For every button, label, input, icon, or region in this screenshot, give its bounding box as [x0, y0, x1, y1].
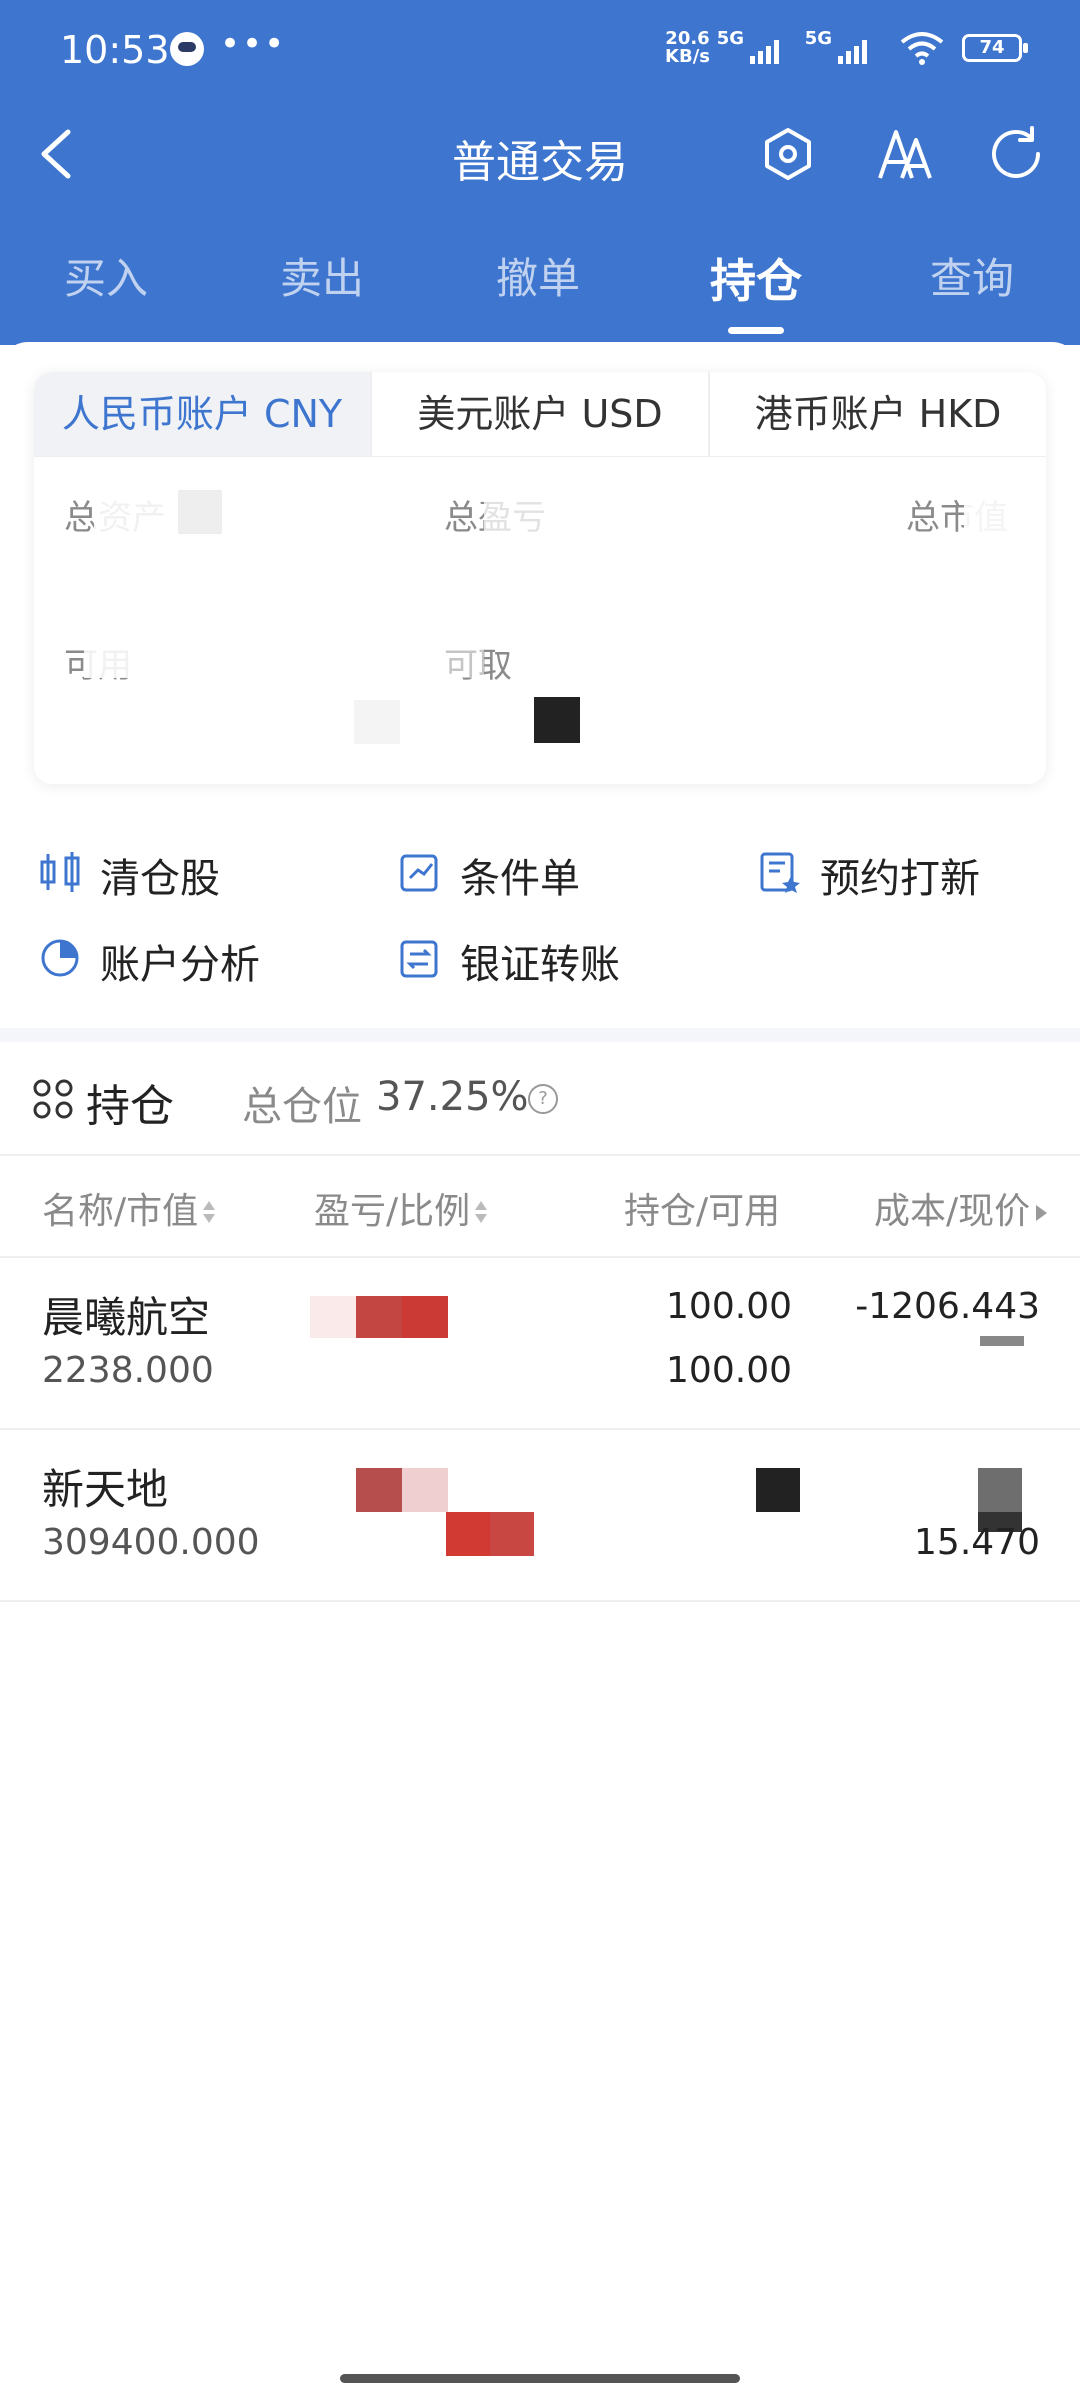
stock-name: 晨曦航空	[42, 1293, 211, 1342]
sim1-label: 5G	[716, 28, 744, 49]
status-bar: 10:53 ••• 20.6 KB/s 5G 5G 74	[60, 24, 1040, 72]
grid-icon	[33, 1079, 73, 1119]
mosaic-block	[978, 1468, 1022, 1512]
stock-market-value: 309400.000	[42, 1522, 260, 1563]
current-price: 15.470	[914, 1522, 1040, 1563]
holdings-column-header: 名称/市值 盈亏/比例 持仓/可用 成本/现价	[0, 1156, 1080, 1258]
refresh-icon[interactable]	[986, 124, 1046, 184]
mosaic-block	[356, 1468, 402, 1512]
tab-query[interactable]: 查询	[882, 245, 1062, 306]
transfer-icon	[400, 940, 438, 978]
assistant-bot-icon	[170, 32, 204, 66]
wifi-icon	[900, 32, 944, 65]
conditional-order-icon	[400, 854, 438, 892]
account-tab-hkd[interactable]: 港币账户 HKD	[710, 372, 1046, 456]
position-label: 总仓位	[242, 1084, 362, 1130]
col-shares-available[interactable]: 持仓/可用	[624, 1182, 780, 1234]
settings-hexagon-icon[interactable]	[758, 124, 818, 184]
col-cost-price[interactable]: 成本/现价	[874, 1182, 1048, 1234]
network-speed-unit: KB/s	[665, 46, 710, 67]
shortcut-label: 银证转账	[460, 942, 620, 988]
stock-name: 新天地	[42, 1465, 169, 1514]
mosaic-block	[980, 1336, 1024, 1346]
mosaic-block	[178, 490, 222, 534]
network-speed: 20.6 KB/s	[665, 30, 710, 66]
stock-market-value: 2238.000	[42, 1350, 214, 1391]
sort-icon	[202, 1199, 216, 1227]
battery-icon: 74	[962, 34, 1028, 62]
mosaic-block	[534, 697, 580, 743]
holdings-header: 持仓 总仓位 37.25% ?	[0, 1042, 1080, 1156]
shortcut-label: 账户分析	[100, 942, 260, 988]
mosaic-block	[402, 1468, 448, 1512]
mosaic-block	[490, 1512, 534, 1556]
shortcut-label: 清仓股	[100, 856, 220, 902]
home-indicator[interactable]	[340, 2374, 740, 2383]
privacy-mask	[84, 634, 184, 678]
chevron-right-icon	[1036, 1205, 1048, 1221]
sort-icon	[474, 1199, 488, 1227]
trade-tabs: 买入 卖出 撤单 持仓 查询	[0, 245, 1080, 345]
clear-position-icon	[40, 852, 80, 892]
font-size-icon[interactable]	[874, 124, 934, 184]
section-divider	[0, 1028, 1080, 1042]
help-icon[interactable]: ?	[528, 1084, 558, 1114]
sim2-label: 5G	[804, 28, 832, 49]
account-tab-usd[interactable]: 美元账户 USD	[372, 372, 708, 456]
cost-price: -1206.443	[855, 1286, 1040, 1327]
shortcut-label: 条件单	[460, 856, 580, 902]
account-tab-cny[interactable]: 人民币账户 CNY	[34, 372, 370, 456]
shortcut-label: 预约打新	[820, 856, 980, 902]
mosaic-block	[756, 1468, 800, 1512]
shares-held: 100.00	[666, 1286, 792, 1327]
pie-chart-icon	[41, 939, 79, 977]
signal-bars-icon-2	[838, 38, 874, 64]
mosaic-block	[354, 700, 400, 744]
navbar: 普通交易	[0, 110, 1080, 200]
col-name-value[interactable]: 名称/市值	[42, 1182, 216, 1234]
mosaic-block	[310, 1296, 356, 1338]
tab-cancel[interactable]: 撤单	[448, 245, 628, 306]
tab-sell[interactable]: 卖出	[232, 245, 412, 306]
account-tabs: 人民币账户 CNY 美元账户 USD 港币账户 HKD	[34, 372, 1046, 457]
battery-level: 74	[979, 37, 1005, 58]
table-row[interactable]: 晨曦航空 2238.000 100.00 100.00 -1206.443	[0, 1258, 1080, 1430]
tab-buy[interactable]: 买入	[16, 245, 196, 306]
account-card: 人民币账户 CNY 美元账户 USD 港币账户 HKD 总资产 总盈亏 总市值 …	[34, 372, 1046, 784]
privacy-mask	[964, 482, 1046, 536]
tab-holdings[interactable]: 持仓	[666, 245, 846, 334]
mosaic-block	[446, 1512, 492, 1556]
signal-bars-icon	[750, 38, 786, 64]
privacy-mask	[444, 634, 484, 678]
privacy-mask	[484, 488, 564, 532]
content-sheet: 人民币账户 CNY 美元账户 USD 港币账户 HKD 总资产 总盈亏 总市值 …	[0, 342, 1080, 2400]
position-value: 37.25%	[376, 1074, 529, 1120]
col-pnl-ratio[interactable]: 盈亏/比例	[314, 1182, 488, 1234]
ipo-reservation-icon	[760, 852, 800, 893]
shares-available: 100.00	[666, 1350, 792, 1391]
more-notifications-icon: •••	[220, 24, 287, 64]
table-row[interactable]: 新天地 309400.000 15.470	[0, 1430, 1080, 1602]
header: 10:53 ••• 20.6 KB/s 5G 5G 74 普通交易 买入 卖出 …	[0, 0, 1080, 345]
holdings-title: 持仓	[86, 1081, 174, 1132]
mosaic-block	[356, 1296, 402, 1338]
mosaic-block	[402, 1296, 448, 1338]
status-time: 10:53	[60, 28, 170, 72]
